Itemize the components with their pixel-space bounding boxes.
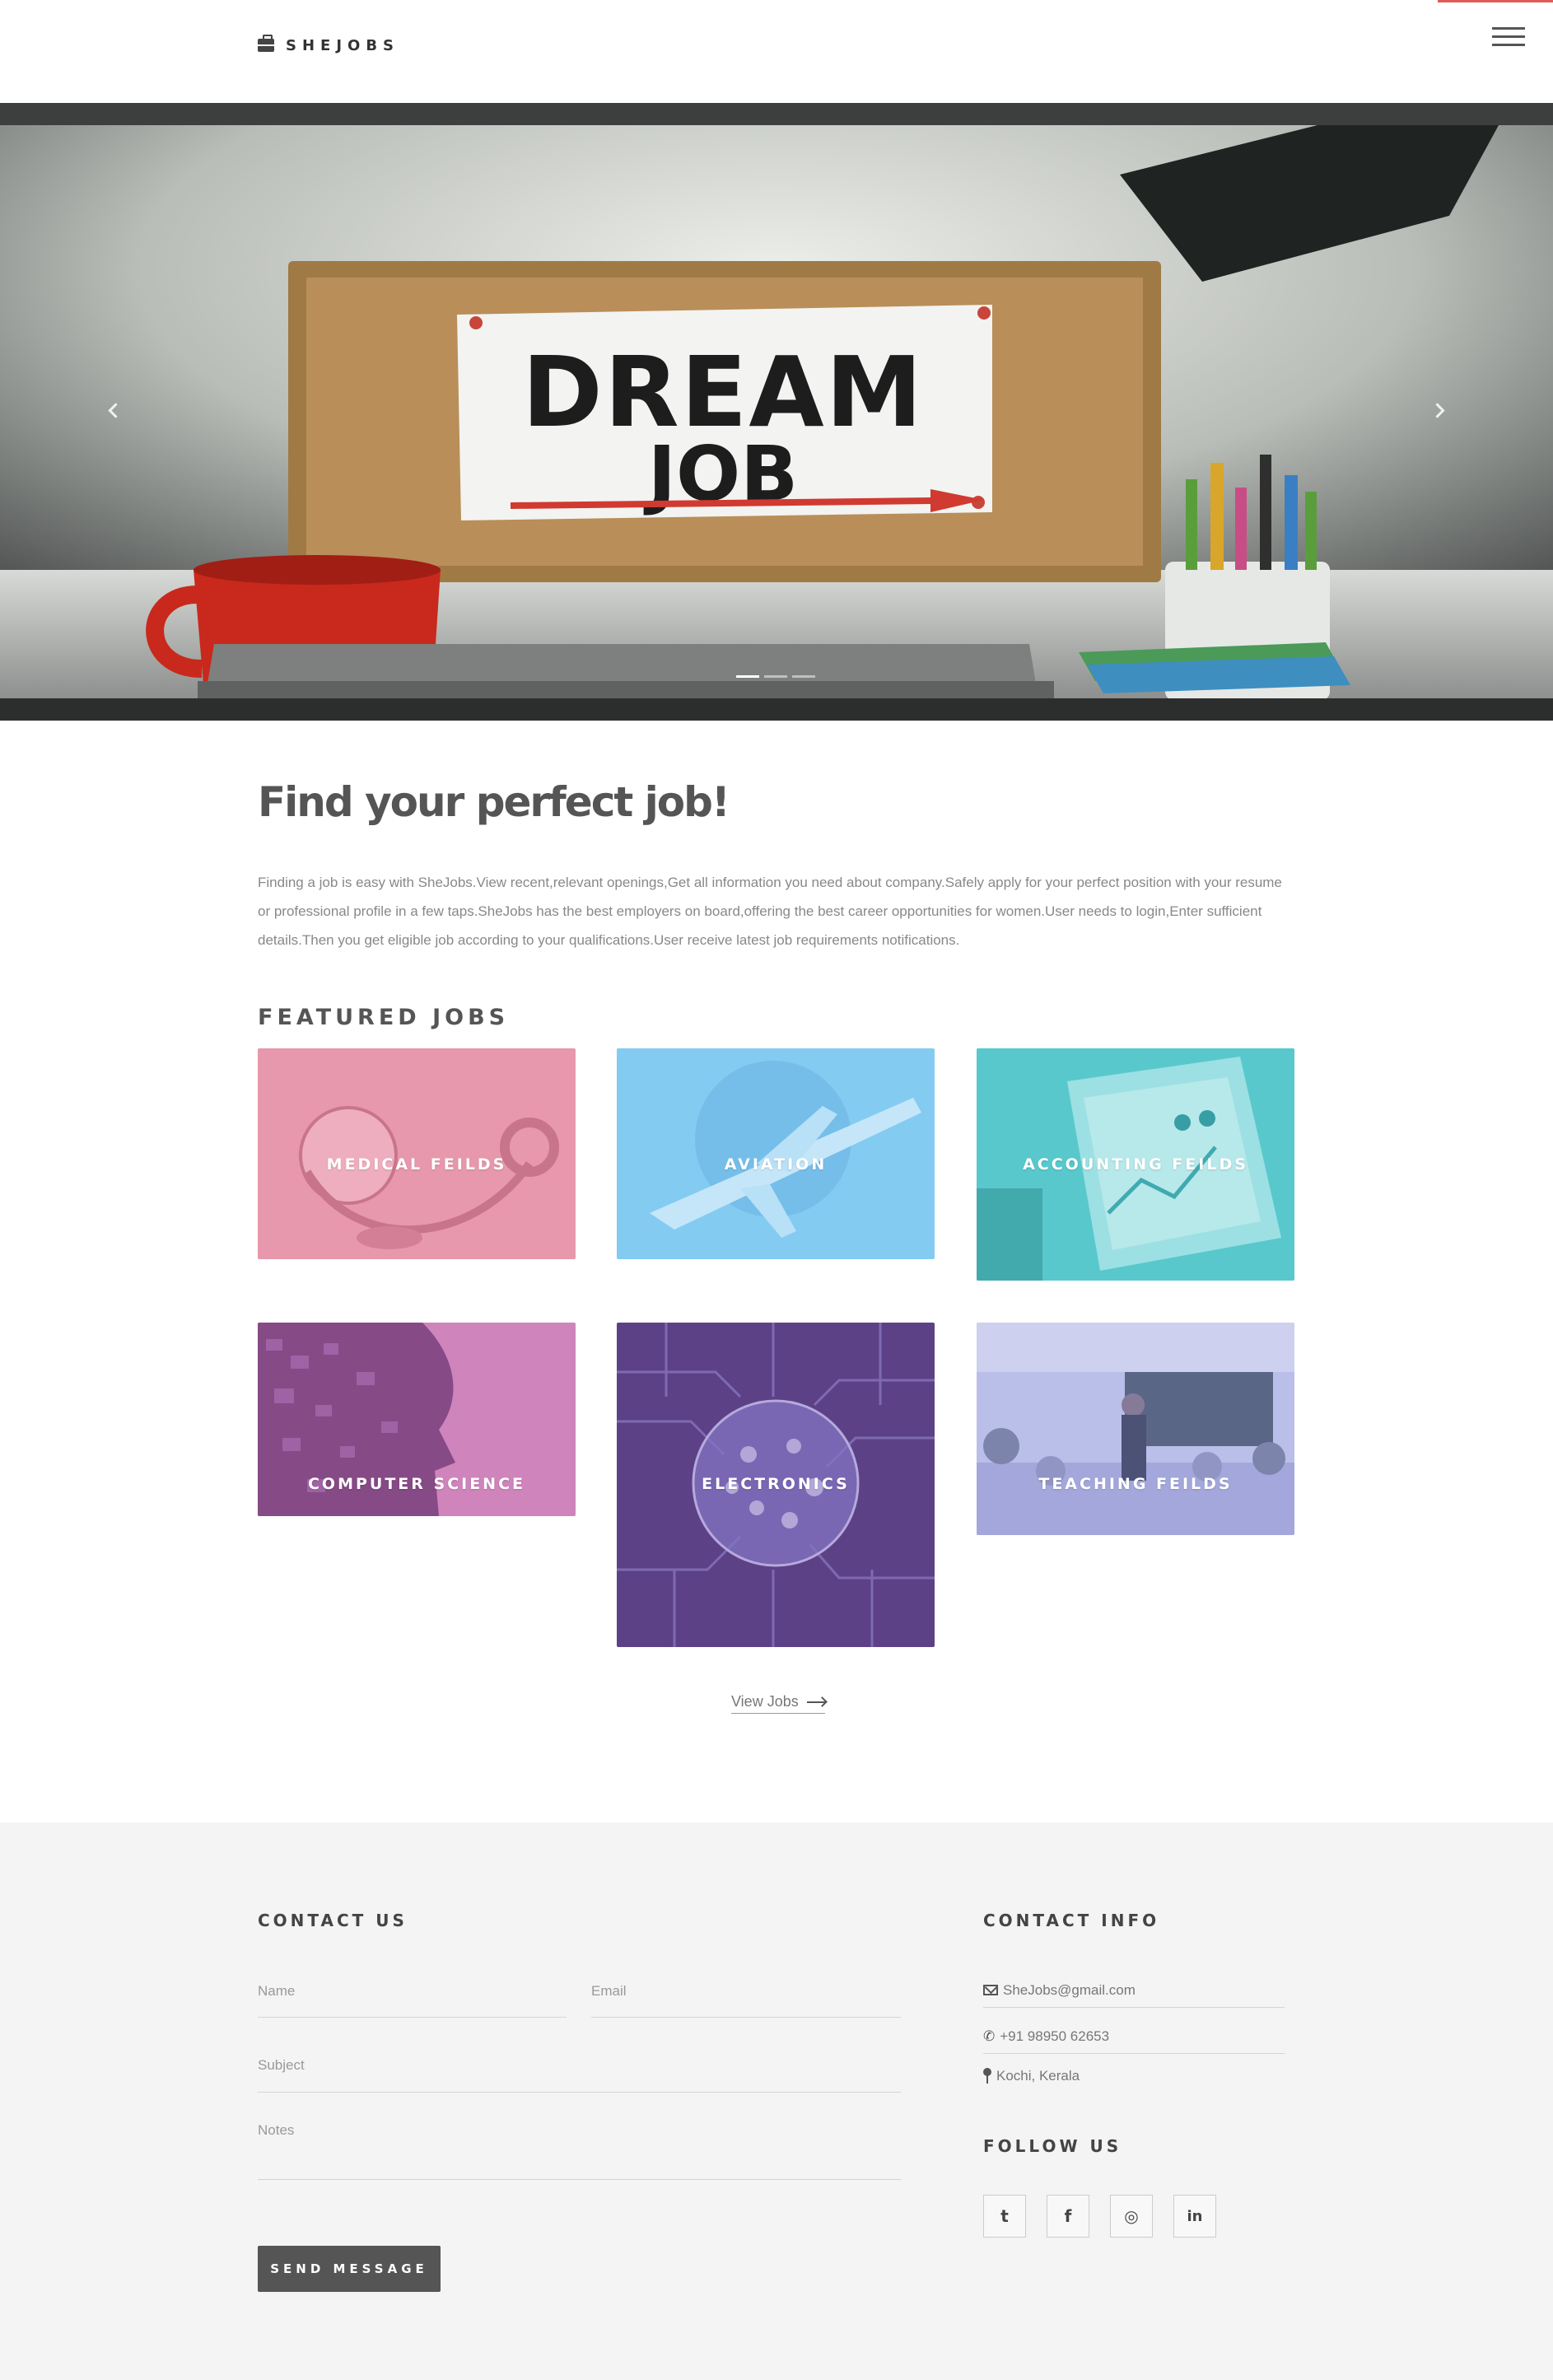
instagram-icon[interactable]: ◎: [1110, 2195, 1153, 2238]
aviation-card-image: [617, 1048, 935, 1259]
hero-carousel: DREAM JOB: [0, 103, 1553, 721]
header-accent-line: [1438, 0, 1553, 2]
job-card-teaching[interactable]: TEACHING FEILDS: [977, 1323, 1294, 1535]
arrow-right-icon: [806, 1701, 825, 1703]
job-card-label: COMPUTER SCIENCE: [307, 1475, 526, 1493]
contact-us-heading: CONTACT US: [258, 1911, 408, 1930]
carousel-band-top: [0, 103, 1553, 125]
carousel-next-button[interactable]: [1424, 394, 1457, 427]
facebook-icon[interactable]: f: [1047, 2195, 1089, 2238]
briefcase-icon: [258, 35, 274, 52]
notes-textarea[interactable]: [258, 2122, 901, 2155]
job-card-label: MEDICAL FEILDS: [326, 1155, 507, 1174]
job-card-electronics[interactable]: ELECTRONICS: [617, 1323, 935, 1647]
job-card-label: ELECTRONICS: [702, 1475, 850, 1493]
name-field[interactable]: [258, 1983, 567, 2018]
follow-us-heading: FOLLOW US: [983, 2136, 1122, 2156]
job-card-label: AVIATION: [724, 1155, 828, 1174]
job-card-accounting[interactable]: ACCOUNTING FEILDS: [977, 1048, 1294, 1281]
job-card-label: ACCOUNTING FEILDS: [1023, 1155, 1248, 1174]
intro-paragraph: Finding a job is easy with SheJobs.View …: [258, 875, 1282, 948]
email-field[interactable]: [591, 1983, 901, 2018]
contact-location: Kochi, Kerala: [996, 2068, 1080, 2084]
email-input[interactable]: [591, 1983, 901, 2000]
contact-phone: +91 98950 62653: [1000, 2028, 1110, 2044]
site-footer: [0, 1822, 1553, 2380]
brand-logo[interactable]: SHEJOBS: [258, 35, 399, 55]
featured-jobs-heading: FEATURED JOBS: [258, 1005, 510, 1030]
subject-input[interactable]: [258, 2057, 901, 2074]
contact-location-row: Kochi, Kerala: [983, 2065, 1285, 2087]
job-card-computer-science[interactable]: COMPUTER SCIENCE: [258, 1323, 576, 1516]
teaching-card-image: [977, 1323, 1294, 1535]
job-card-aviation[interactable]: AVIATION: [617, 1048, 935, 1259]
view-jobs-label: View Jobs: [731, 1693, 799, 1710]
hamburger-line: [1492, 27, 1525, 30]
contact-info-heading: CONTACT INFO: [983, 1911, 1160, 1930]
envelope-icon: [983, 1985, 998, 1995]
carousel-band-bottom: [0, 698, 1553, 721]
contact-email-row[interactable]: SheJobs@gmail.com: [983, 1973, 1285, 2008]
contact-email[interactable]: SheJobs@gmail.com: [1003, 1982, 1136, 1999]
menu-toggle-button[interactable]: [1492, 27, 1525, 47]
subject-field[interactable]: [258, 2057, 901, 2093]
map-pin-icon: [983, 2068, 991, 2084]
contact-phone-row: ✆ +91 98950 62653: [983, 2019, 1285, 2054]
site-header: SHEJOBS: [0, 0, 1553, 103]
carousel-indicator[interactable]: [736, 675, 759, 678]
view-jobs-link[interactable]: View Jobs: [731, 1693, 825, 1714]
notes-field[interactable]: [258, 2122, 901, 2180]
carousel-indicator[interactable]: [764, 675, 787, 678]
carousel-prev-button[interactable]: [96, 394, 128, 427]
linkedin-icon[interactable]: in: [1173, 2195, 1216, 2238]
carousel-indicators: [736, 675, 815, 678]
hamburger-line: [1492, 35, 1525, 38]
carousel-indicator[interactable]: [792, 675, 815, 678]
hero-slide-image: DREAM JOB: [0, 125, 1553, 700]
brand-name: SHEJOBS: [286, 36, 400, 54]
hamburger-line: [1492, 44, 1525, 46]
medical-card-image: [258, 1048, 576, 1259]
phone-icon: ✆: [983, 2028, 996, 2044]
page-title: Find your perfect job!: [258, 778, 730, 826]
name-input[interactable]: [258, 1983, 567, 2000]
job-card-label: TEACHING FEILDS: [1038, 1475, 1233, 1493]
twitter-icon[interactable]: t: [983, 2195, 1026, 2238]
send-message-button[interactable]: SEND MESSAGE: [258, 2246, 441, 2292]
job-card-medical[interactable]: MEDICAL FEILDS: [258, 1048, 576, 1259]
